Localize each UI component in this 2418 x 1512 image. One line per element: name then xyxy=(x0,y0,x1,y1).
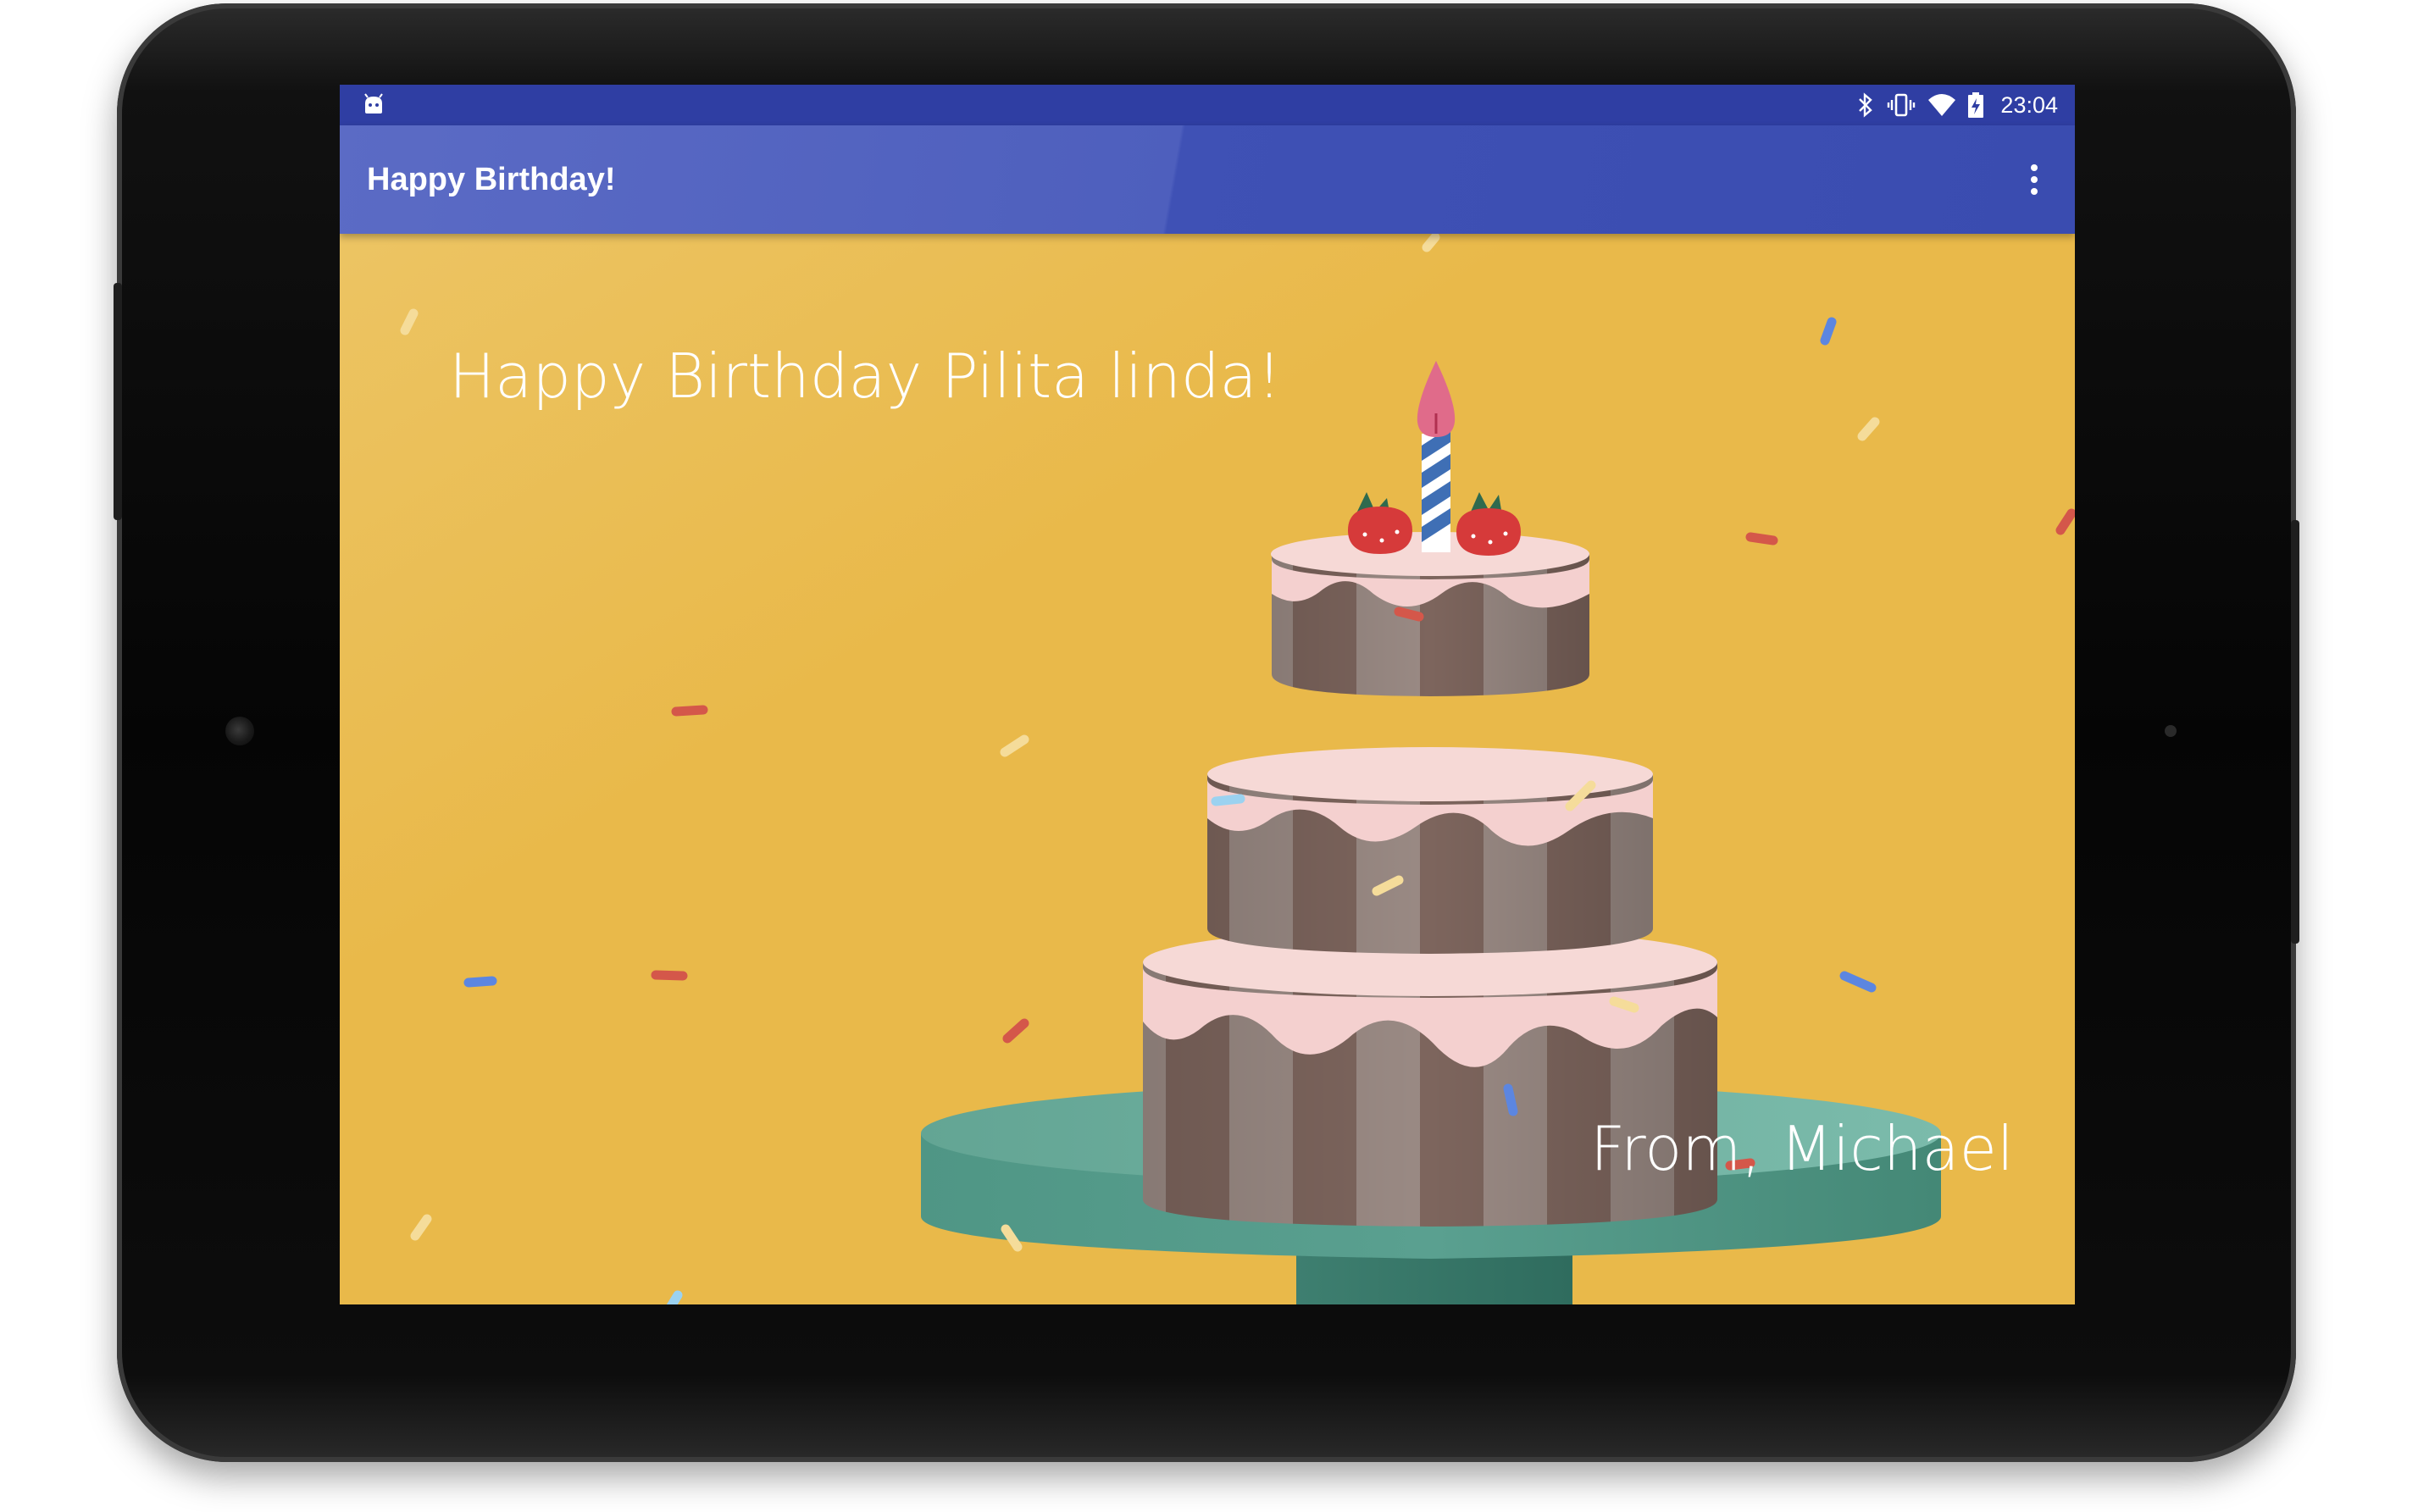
more-vert-icon[interactable] xyxy=(2024,159,2044,200)
app-toolbar: Happy Birthday! xyxy=(340,125,2075,234)
cake-tier-top xyxy=(1271,532,1589,696)
android-debug-icon xyxy=(360,91,387,119)
bluetooth-icon xyxy=(1856,92,1875,118)
birthday-card: Happy Birthday Pilita linda! From, Micha… xyxy=(340,234,2075,1304)
app-title: Happy Birthday! xyxy=(367,162,616,197)
status-time: 23:04 xyxy=(2000,91,2058,118)
status-bar: 23:04 xyxy=(340,85,2075,125)
front-camera xyxy=(225,717,254,745)
light-sensor xyxy=(2165,725,2177,737)
device-screen: 23:04 Happy Birthday! Happy Birthday Pil… xyxy=(340,85,2075,1304)
cake-tier-middle xyxy=(1207,747,1653,954)
side-button-right[interactable] xyxy=(2291,520,2299,944)
wifi-icon xyxy=(1927,93,1956,117)
battery-charging-icon xyxy=(1968,92,1984,118)
signature-text: From, Michael xyxy=(1590,1113,2014,1184)
volume-button[interactable] xyxy=(114,283,122,520)
vibrate-icon xyxy=(1887,92,1916,118)
greeting-text: Happy Birthday Pilita linda! xyxy=(449,341,1282,412)
status-icons: 23:04 xyxy=(1856,85,2058,125)
